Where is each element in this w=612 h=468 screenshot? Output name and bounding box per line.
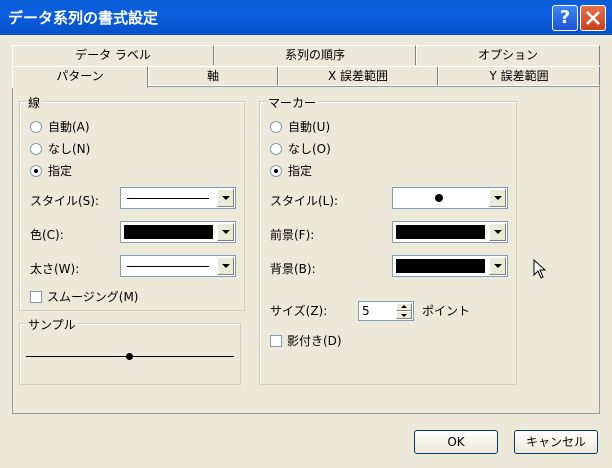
dropdown-arrow-icon[interactable] (489, 189, 506, 207)
marker-style-label: スタイル(L): (270, 194, 339, 208)
marker-size-spinner[interactable]: 5 (358, 301, 414, 321)
sample-marker (126, 353, 133, 360)
marker-size-label: サイズ(Z): (270, 304, 328, 318)
marker-size-value[interactable]: 5 (362, 304, 370, 318)
dropdown-arrow-icon[interactable] (489, 257, 506, 275)
line-custom-radio[interactable]: 指定 (30, 162, 72, 179)
marker-group-title: マーカー (266, 94, 319, 111)
tab-options[interactable]: オプション (416, 45, 600, 65)
shadow-label: 影付き(D) (287, 334, 342, 348)
line-color-label: 色(C): (30, 228, 64, 242)
line-color-dropdown[interactable] (120, 221, 236, 243)
sample-group-title: サンプル (26, 316, 78, 333)
line-weight-preview (127, 266, 209, 267)
line-style-preview (127, 198, 209, 199)
line-auto-radio[interactable]: 自動(A) (30, 118, 90, 135)
marker-none-label: なし(O) (288, 142, 331, 156)
spin-down-icon[interactable] (396, 311, 412, 319)
line-weight-dropdown[interactable] (120, 255, 236, 277)
marker-auto-label: 自動(U) (288, 120, 331, 134)
dropdown-arrow-icon[interactable] (217, 257, 234, 275)
title-bar[interactable]: データ系列の書式設定 ? (0, 0, 612, 35)
marker-group: マーカー 自動(U) なし(O) 指定 スタイル(L): 前景(F): 背景(B… (259, 94, 517, 385)
radio-circle (30, 120, 42, 133)
spin-up-icon[interactable] (396, 303, 412, 311)
dropdown-arrow-icon[interactable] (217, 223, 234, 241)
line-group-title: 線 (26, 94, 43, 111)
marker-background-label: 背景(B): (270, 262, 316, 276)
shadow-checkbox[interactable]: 影付き(D) (270, 332, 342, 349)
checkbox-box (30, 290, 42, 303)
dropdown-arrow-icon[interactable] (217, 189, 234, 207)
radio-circle-selected (30, 164, 42, 177)
checkbox-box (270, 334, 282, 347)
tab-axis[interactable]: 軸 (148, 66, 278, 86)
window-title: データ系列の書式設定 (8, 9, 159, 27)
marker-none-radio[interactable]: なし(O) (270, 140, 331, 157)
marker-auto-radio[interactable]: 自動(U) (270, 118, 330, 135)
line-style-label: スタイル(S): (30, 194, 100, 208)
ok-button[interactable]: OK (414, 430, 498, 454)
tab-data-labels[interactable]: データ ラベル (12, 45, 214, 65)
line-color-swatch (124, 225, 213, 239)
radio-circle (270, 142, 282, 155)
line-group: 線 自動(A) なし(N) 指定 スタイル(S): 色(C): 太さ(W): ス… (19, 94, 245, 311)
line-style-dropdown[interactable] (120, 187, 236, 209)
close-icon (586, 11, 600, 25)
marker-background-dropdown[interactable] (392, 255, 508, 277)
marker-foreground-label: 前景(F): (270, 228, 315, 242)
tab-y-error-bars[interactable]: Y 誤差範囲 (438, 66, 600, 86)
close-button[interactable] (580, 5, 606, 31)
line-none-label: なし(N) (48, 142, 91, 156)
mouse-cursor-icon (533, 259, 547, 279)
line-auto-label: 自動(A) (48, 120, 90, 134)
marker-foreground-swatch (396, 225, 485, 239)
tab-series-order[interactable]: 系列の順序 (214, 45, 416, 65)
marker-foreground-dropdown[interactable] (392, 221, 508, 243)
marker-background-swatch (396, 259, 485, 273)
patterns-tab-panel: 線 自動(A) なし(N) 指定 スタイル(S): 色(C): 太さ(W): ス… (12, 86, 600, 414)
format-data-series-dialog: データ系列の書式設定 ? データ ラベル 系列の順序 オプション 軸 X 誤差範… (0, 0, 612, 468)
tab-x-error-bars[interactable]: X 誤差範囲 (278, 66, 438, 86)
line-custom-label: 指定 (48, 164, 73, 178)
smoothing-checkbox[interactable]: スムージング(M) (30, 288, 138, 305)
radio-circle (30, 142, 42, 155)
marker-style-preview (435, 194, 443, 202)
radio-circle-selected (270, 164, 282, 177)
help-button[interactable]: ? (552, 5, 578, 31)
cancel-button[interactable]: キャンセル (514, 430, 598, 454)
marker-size-unit: ポイント (422, 304, 471, 318)
marker-custom-radio[interactable]: 指定 (270, 162, 312, 179)
dropdown-arrow-icon[interactable] (489, 223, 506, 241)
smoothing-label: スムージング(M) (47, 290, 139, 304)
marker-custom-label: 指定 (288, 164, 313, 178)
line-weight-label: 太さ(W): (30, 262, 80, 276)
marker-style-dropdown[interactable] (392, 187, 508, 209)
sample-group: サンプル (19, 316, 241, 385)
radio-circle (270, 120, 282, 133)
line-none-radio[interactable]: なし(N) (30, 140, 90, 157)
tab-patterns[interactable]: パターン (12, 66, 148, 88)
